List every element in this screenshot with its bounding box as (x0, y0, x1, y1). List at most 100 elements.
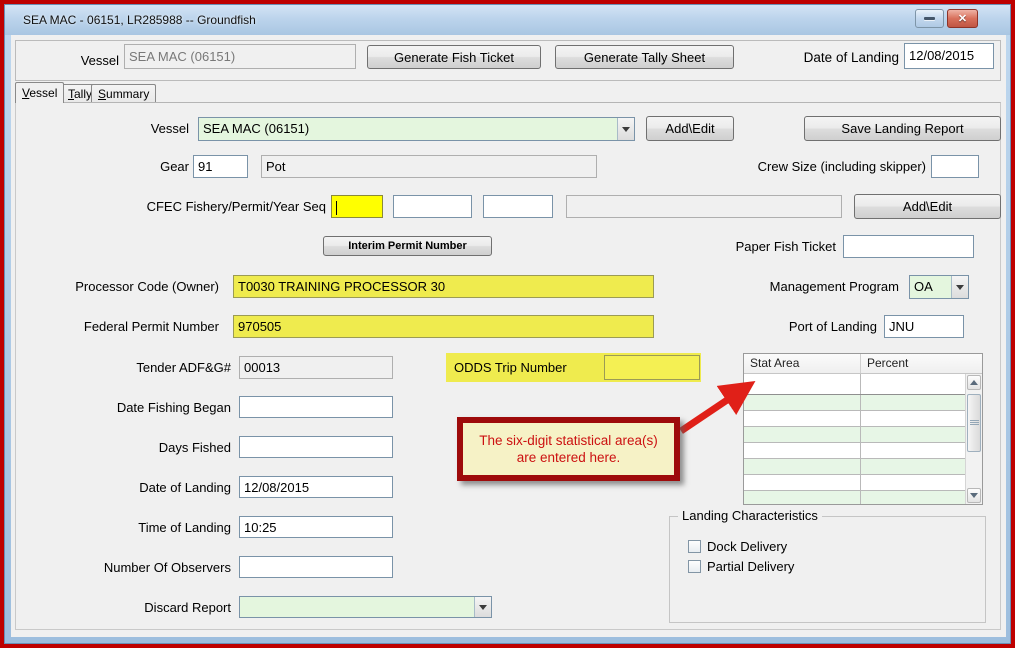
vessel-add-edit-button[interactable]: Add\Edit (646, 116, 734, 141)
vessel-combo[interactable]: SEA MAC (06151) (198, 117, 635, 141)
federal-permit-field[interactable]: 970505 (233, 315, 654, 338)
scroll-down-button[interactable] (967, 488, 981, 503)
date-of-landing-field[interactable]: 12/08/2015 (239, 476, 393, 498)
percent-cell[interactable] (861, 427, 965, 442)
chevron-down-icon (479, 605, 487, 610)
generate-tally-sheet-button[interactable]: Generate Tally Sheet (555, 45, 734, 69)
percent-column-header[interactable]: Percent (861, 354, 982, 373)
percent-cell[interactable] (861, 395, 965, 410)
number-of-observers-label: Number Of Observers (31, 556, 231, 579)
stat-table-row (744, 491, 965, 505)
dock-delivery-label: Dock Delivery (707, 539, 787, 554)
scroll-up-button[interactable] (967, 375, 981, 390)
minimize-button[interactable] (915, 9, 944, 28)
federal-permit-label: Federal Permit Number (39, 315, 219, 338)
percent-cell[interactable] (861, 459, 965, 474)
date-fishing-began-label: Date Fishing Began (51, 396, 231, 419)
header-vessel-label: Vessel (21, 49, 119, 72)
scrollbar-thumb[interactable] (967, 394, 981, 452)
text-caret (336, 201, 337, 215)
stat-table-row (744, 459, 965, 475)
percent-cell[interactable] (861, 374, 965, 394)
close-icon: ✕ (958, 12, 967, 25)
cfec-permit-field[interactable] (393, 195, 472, 218)
stat-table-row (744, 395, 965, 411)
generate-fish-ticket-button[interactable]: Generate Fish Ticket (367, 45, 541, 69)
management-program-drop[interactable] (951, 276, 968, 298)
paper-fish-ticket-field[interactable] (843, 235, 974, 258)
vessel-combo-value: SEA MAC (06151) (203, 121, 309, 136)
landing-characteristics-group: Landing Characteristics Dock Delivery Pa… (669, 516, 986, 623)
stat-area-cell[interactable] (744, 475, 861, 490)
cfec-label: CFEC Fishery/Permit/Year Seq (126, 195, 326, 218)
percent-cell[interactable] (861, 491, 965, 505)
partial-delivery-option[interactable]: Partial Delivery (688, 558, 794, 574)
date-of-landing-label: Date of Landing (51, 476, 231, 499)
gear-code-field[interactable]: 91 (193, 155, 248, 178)
port-of-landing-label: Port of Landing (751, 315, 877, 338)
discard-report-combo[interactable] (239, 596, 492, 618)
tender-adfg-label: Tender ADF&G# (51, 356, 231, 379)
dock-delivery-option[interactable]: Dock Delivery (688, 538, 787, 554)
port-of-landing-field[interactable]: JNU (884, 315, 964, 338)
tender-adfg-field: 00013 (239, 356, 393, 379)
app-window: SEA MAC - 06151, LR285988 -- Groundfish … (4, 4, 1011, 644)
title-bar[interactable]: SEA MAC - 06151, LR285988 -- Groundfish … (5, 5, 1010, 35)
stat-table-row (744, 374, 965, 395)
interim-permit-number-button[interactable]: Interim Permit Number (323, 236, 492, 256)
odds-trip-field[interactable] (604, 355, 700, 380)
annotation-callout: The six-digit statistical area(s) are en… (457, 417, 680, 481)
stat-table-row (744, 475, 965, 491)
tab-vessel[interactable]: Vessel (15, 82, 64, 103)
stat-table-row (744, 427, 965, 443)
cfec-fishery-field[interactable] (331, 195, 383, 218)
stat-area-cell[interactable] (744, 395, 861, 410)
percent-cell[interactable] (861, 411, 965, 426)
percent-cell[interactable] (861, 443, 965, 458)
time-of-landing-field[interactable]: 10:25 (239, 516, 393, 538)
client-area: Vessel SEA MAC (06151) Generate Fish Tic… (11, 35, 1006, 637)
stat-area-column-header[interactable]: Stat Area (744, 354, 861, 373)
chevron-down-icon (956, 285, 964, 290)
cfec-add-edit-button[interactable]: Add\Edit (854, 194, 1001, 219)
vessel-combo-drop[interactable] (617, 118, 634, 140)
stat-area-cell[interactable] (744, 411, 861, 426)
tab-summary[interactable]: Summary (91, 84, 156, 103)
number-of-observers-field[interactable] (239, 556, 393, 578)
save-landing-report-button[interactable]: Save Landing Report (804, 116, 1001, 141)
date-fishing-began-field[interactable] (239, 396, 393, 418)
window-title: SEA MAC - 06151, LR285988 -- Groundfish (23, 13, 256, 27)
stat-area-cell[interactable] (744, 374, 861, 394)
scroll-down-icon (970, 493, 978, 498)
stat-table-row (744, 443, 965, 459)
management-program-label: Management Program (739, 275, 899, 298)
partial-delivery-checkbox[interactable] (688, 560, 701, 573)
discard-report-label: Discard Report (51, 596, 231, 619)
stat-table-scrollbar[interactable] (965, 374, 982, 504)
header-date-of-landing-field[interactable]: 12/08/2015 (904, 43, 994, 69)
processor-code-field[interactable]: T0030 TRAINING PROCESSOR 30 (233, 275, 654, 298)
days-fished-field[interactable] (239, 436, 393, 458)
stat-area-cell[interactable] (744, 459, 861, 474)
landing-characteristics-title: Landing Characteristics (678, 508, 822, 523)
close-button[interactable]: ✕ (947, 9, 978, 28)
stat-area-cell[interactable] (744, 427, 861, 442)
cfec-holder-field (566, 195, 842, 218)
odds-trip-label: ODDS Trip Number (454, 356, 624, 379)
dock-delivery-checkbox[interactable] (688, 540, 701, 553)
scroll-up-icon (970, 380, 978, 385)
management-program-combo[interactable]: OA (909, 275, 969, 299)
screenshot-root: SEA MAC - 06151, LR285988 -- Groundfish … (0, 0, 1015, 648)
header-vessel-field: SEA MAC (06151) (124, 44, 356, 69)
percent-cell[interactable] (861, 475, 965, 490)
annotation-text: The six-digit statistical area(s) are en… (463, 432, 674, 466)
gear-name-field: Pot (261, 155, 597, 178)
stat-area-cell[interactable] (744, 443, 861, 458)
stat-table-body (744, 374, 965, 504)
discard-report-drop[interactable] (474, 597, 491, 617)
stat-area-cell[interactable] (744, 491, 861, 505)
cfec-year-seq-field[interactable] (483, 195, 553, 218)
management-program-value: OA (914, 279, 933, 294)
crew-size-field[interactable] (931, 155, 979, 178)
stat-table-row (744, 411, 965, 427)
